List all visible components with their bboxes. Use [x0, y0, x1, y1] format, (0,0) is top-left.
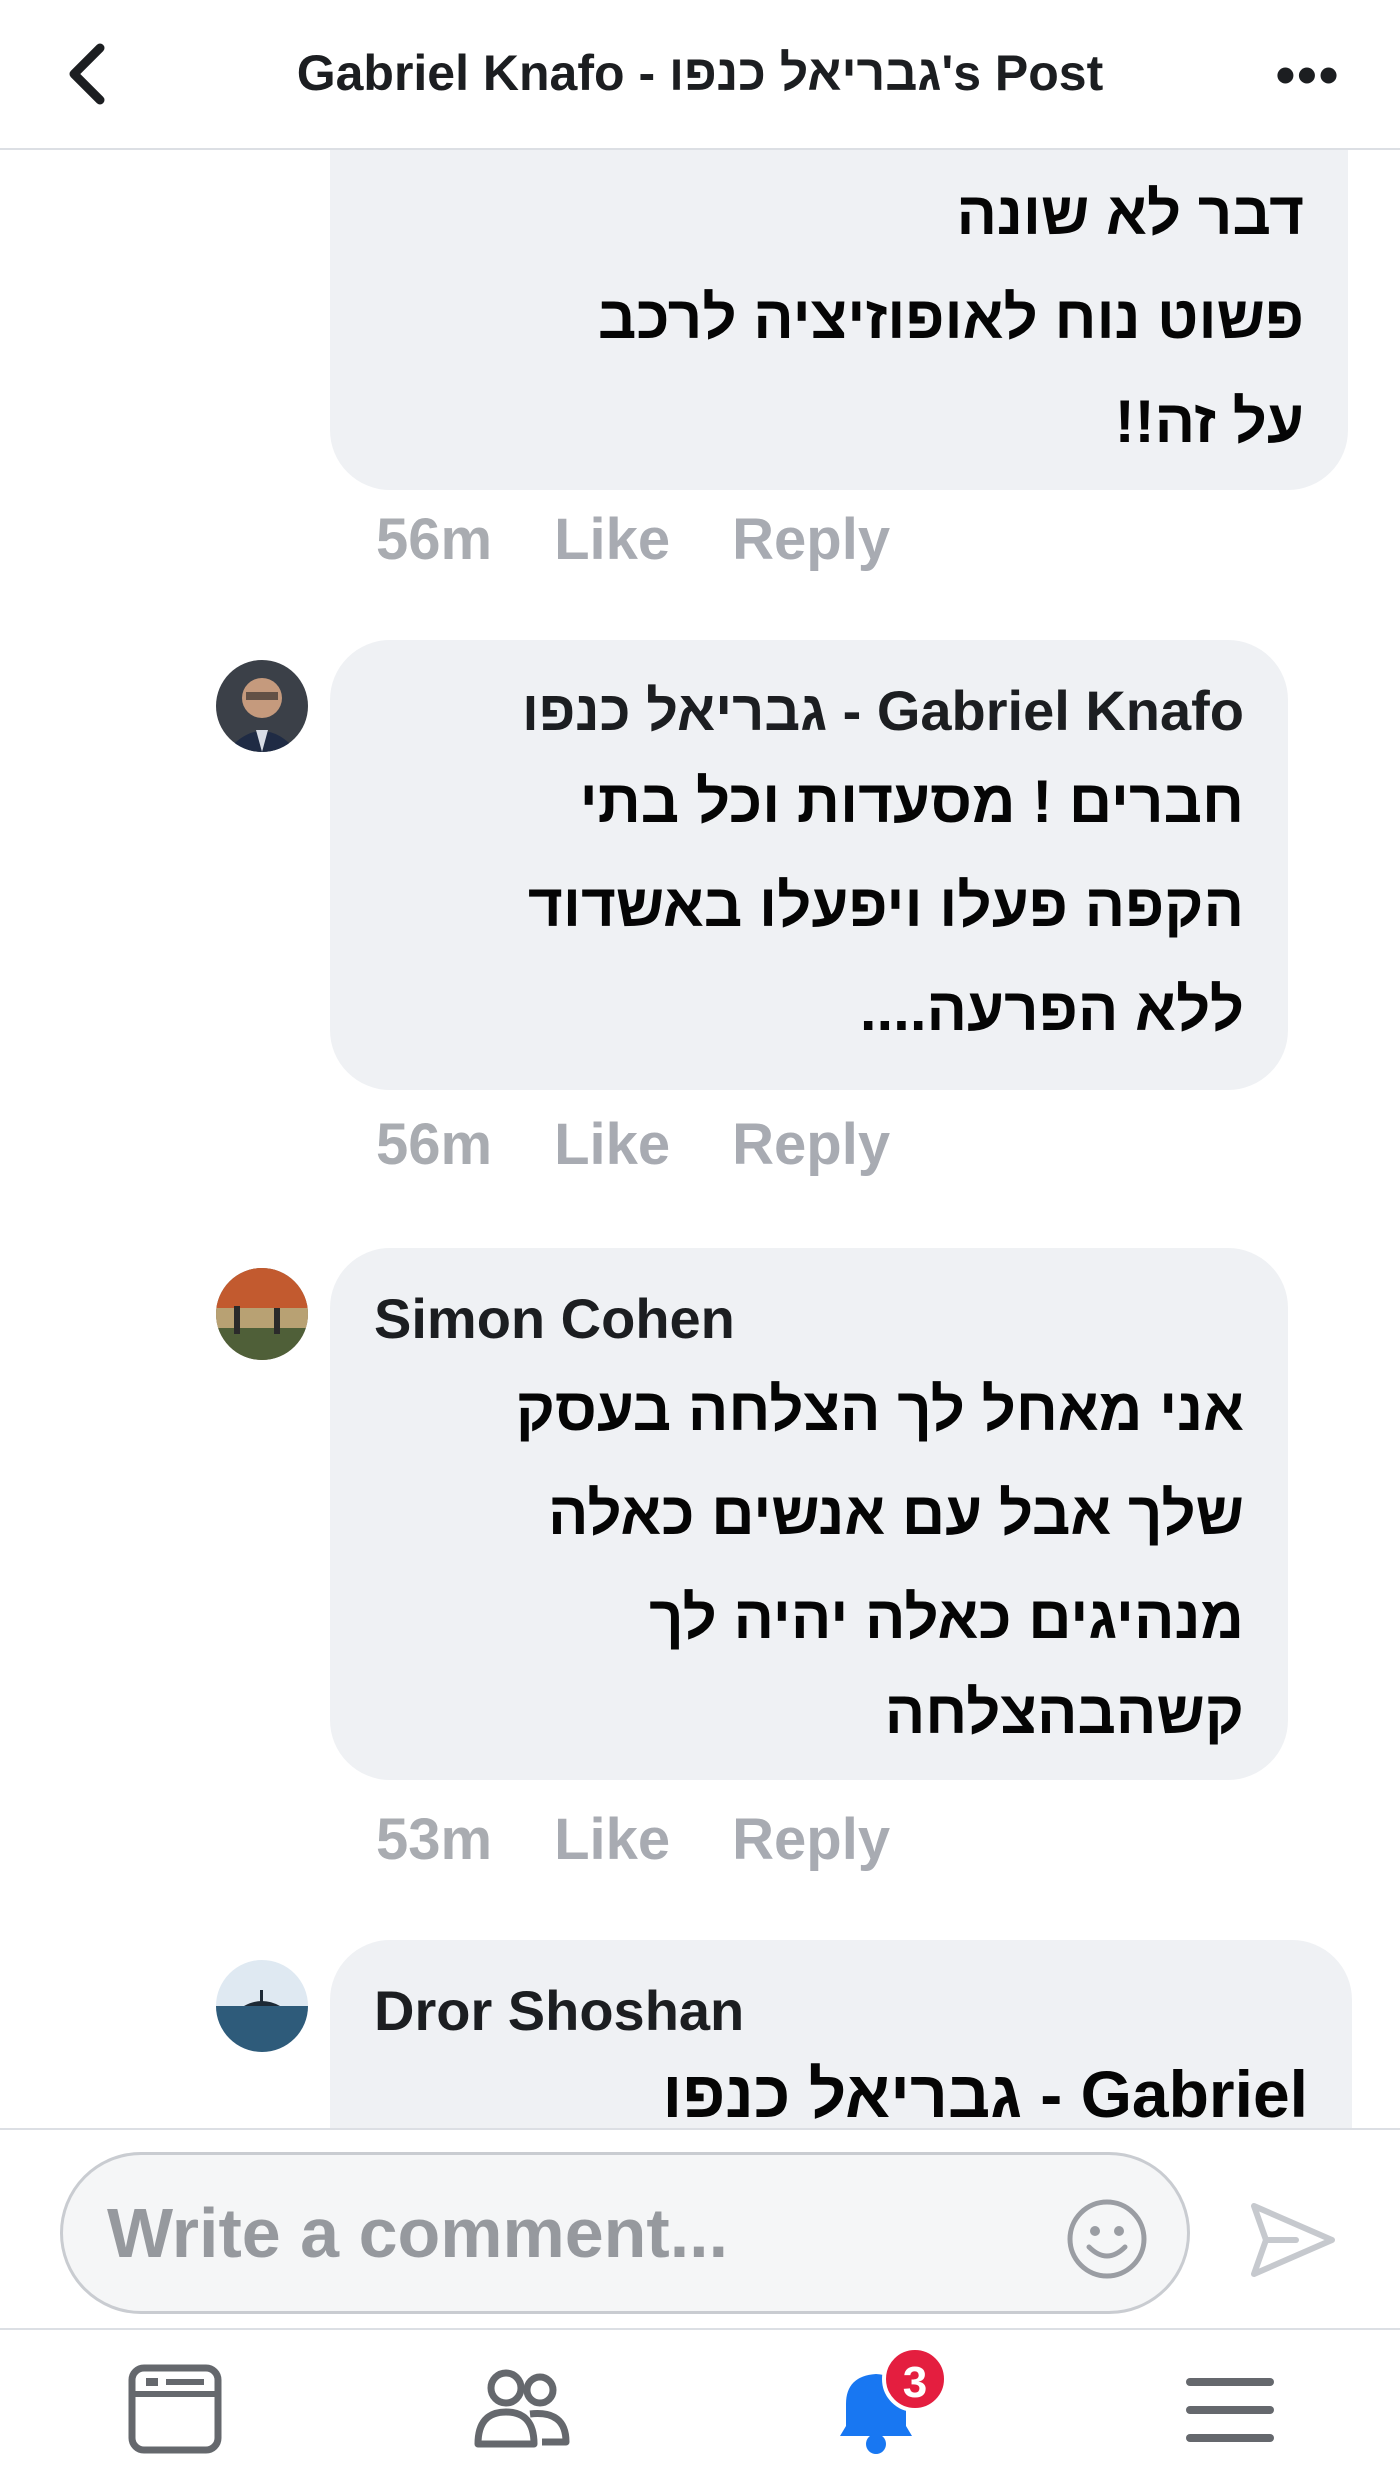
comment-actions: 53m Like Reply: [376, 1805, 952, 1875]
comment-timestamp: 56m: [376, 507, 493, 572]
comment-text-line: שלך אבל עם אנשים כאלה: [547, 1480, 1244, 1547]
bottom-navigation: 3: [0, 2328, 1400, 2488]
comment-bubble: Dror Shoshan Gabriel - גבריאל כנפו: [330, 1940, 1352, 2128]
like-button[interactable]: Like: [554, 1805, 670, 1875]
avatar[interactable]: [216, 1960, 308, 2052]
comment-bubble: Simon Cohen אני מאחל לך הצלחה בעסק שלך א…: [330, 1248, 1288, 1780]
comment-text-line: על זה!!: [1114, 388, 1304, 455]
comment-input-placeholder: Write a comment...: [107, 2194, 729, 2272]
smiley-icon[interactable]: [1065, 2197, 1149, 2281]
comment-text-line: פשוט נוח לאופוזיציה לרכב: [597, 284, 1304, 351]
comment-actions: 56m Like Reply: [376, 505, 952, 575]
comment-text-line: Gabriel - גבריאל כנפו: [662, 2057, 1308, 2128]
reply-button[interactable]: Reply: [732, 1805, 890, 1875]
comment-input[interactable]: Write a comment...: [60, 2152, 1190, 2314]
comment-text-line: חברים ! מסעדות וכל בתי: [579, 768, 1244, 835]
more-options-button[interactable]: •••: [1258, 40, 1358, 110]
comment-bubble: דבר לא שונה פשוט נוח לאופוזיציה לרכב על …: [330, 150, 1348, 490]
like-button[interactable]: Like: [554, 505, 670, 575]
comment-actions: 56m Like Reply: [376, 1110, 952, 1180]
send-icon[interactable]: [1244, 2192, 1340, 2288]
comment-author[interactable]: Gabriel Knafo - גבריאל כנפו: [364, 676, 1244, 746]
person-photo-icon: [216, 660, 308, 752]
like-button[interactable]: Like: [554, 1110, 670, 1180]
comment-timestamp: 56m: [376, 1112, 493, 1177]
chevron-left-icon: [69, 43, 105, 105]
comment-bubble: Gabriel Knafo - גבריאל כנפו חברים ! מסעד…: [330, 640, 1288, 1090]
friends-icon[interactable]: [468, 2360, 578, 2460]
comment-text-line: קשהבהצלחה: [884, 1679, 1244, 1746]
comment-author[interactable]: Dror Shoshan: [374, 1976, 744, 2046]
comments-list[interactable]: דבר לא שונה פשוט נוח לאופוזיציה לרכב על …: [0, 150, 1400, 2128]
comment-timestamp: 53m: [376, 1807, 493, 1872]
sea-photo-icon: [216, 1960, 308, 2052]
comment-composer: Write a comment...: [0, 2128, 1400, 2328]
reply-button[interactable]: Reply: [732, 505, 890, 575]
top-bar: Gabriel Knafo - גבריאל כנפו's Post •••: [0, 0, 1400, 150]
comment-text-line: הקפה פעלו ויפעלו באשדוד: [527, 872, 1244, 939]
page-title: Gabriel Knafo - גבריאל כנפו's Post: [296, 45, 1104, 101]
back-button[interactable]: [52, 36, 128, 112]
comment-text-line: אני מאחל לך הצלחה בעסק: [515, 1376, 1244, 1443]
comment-author[interactable]: Simon Cohen: [374, 1284, 735, 1354]
menu-icon[interactable]: [1176, 2360, 1286, 2460]
avatar[interactable]: [216, 1268, 308, 1360]
comment-text-line: מנהיגים כאלה יהיה לך: [649, 1584, 1244, 1651]
notifications-badge: 3: [882, 2346, 948, 2412]
landscape-photo-icon: [216, 1268, 308, 1360]
news-feed-icon[interactable]: [122, 2360, 232, 2460]
avatar[interactable]: [216, 660, 308, 752]
comment-text-line: דבר לא שונה: [956, 180, 1304, 247]
comment-text-line: ללא הפרעה....: [859, 976, 1244, 1043]
reply-button[interactable]: Reply: [732, 1110, 890, 1180]
notifications-bell-icon[interactable]: 3: [822, 2346, 948, 2460]
